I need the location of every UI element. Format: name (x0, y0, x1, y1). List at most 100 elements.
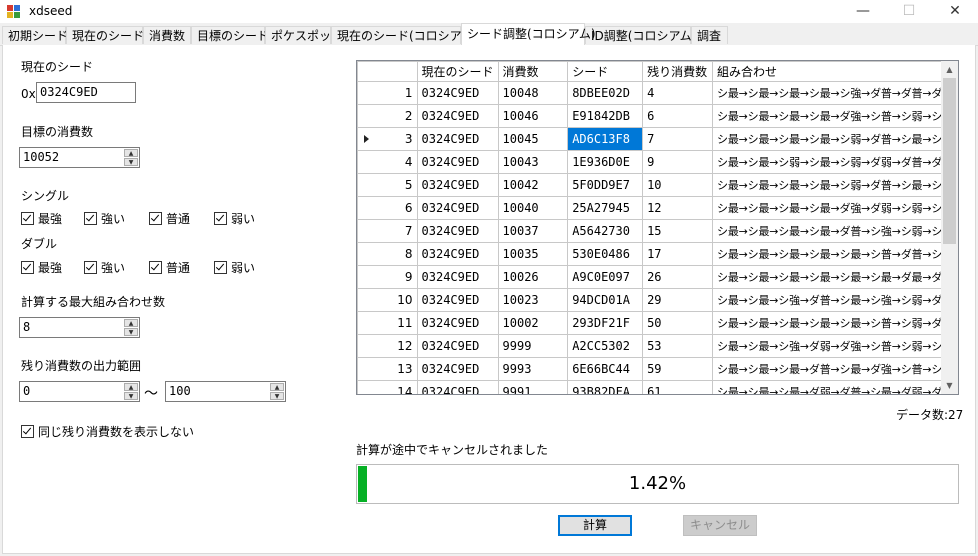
calculate-button[interactable]: 計算 (558, 515, 632, 536)
range-max-stepper[interactable]: 100 ▲ ▼ (165, 381, 286, 402)
combination-cell[interactable]: シ最→シ最→シ弱→シ最→シ弱→ダ弱→ダ普→ダ普 (712, 150, 958, 174)
column-header-seed[interactable]: シード (567, 61, 644, 82)
current-seed-cell[interactable]: 0324C9ED (416, 219, 499, 243)
current-seed-cell[interactable]: 0324C9ED (416, 127, 499, 151)
row-number-cell[interactable]: 3 (357, 127, 418, 151)
current-seed-input[interactable]: 0324C9ED (36, 82, 136, 103)
combination-cell[interactable]: シ最→シ最→シ最→シ最→シ弱→ダ普→シ最→シ普 (712, 173, 958, 197)
table-row[interactable]: 3 0324C9ED 10045 AD6C13F8 7 シ最→シ最→シ最→シ最→シ弱→ダ普… (357, 127, 958, 151)
combination-cell[interactable]: シ最→シ最→シ最→シ最→ダ普→シ強→シ弱→シ弱 (712, 219, 958, 243)
spin-up-icon[interactable]: ▲ (124, 319, 138, 327)
results-grid[interactable]: 現在のシード 消費数 シード 残り消費数 組み合わせ 1 0324C9ED 1004… (356, 60, 959, 395)
target-count-stepper[interactable]: 10052 ▲ ▼ (19, 147, 140, 168)
max-combo-stepper[interactable]: 8 ▲ ▼ (19, 317, 140, 338)
column-header-rownum[interactable] (357, 61, 418, 82)
remaining-cell[interactable]: 26 (642, 265, 714, 289)
spin-down-icon[interactable]: ▼ (270, 392, 284, 400)
count-cell[interactable]: 10046 (497, 104, 569, 128)
remaining-cell[interactable]: 4 (642, 81, 714, 105)
combination-cell[interactable]: シ最→シ最→シ最→シ最→シ強→ダ普→ダ普→ダ弱 (712, 81, 958, 105)
remaining-cell[interactable]: 9 (642, 150, 714, 174)
table-row[interactable]: 1 0324C9ED 10048 8DBEE02D 4 シ最→シ最→シ最→シ最→シ強→ダ普… (357, 81, 958, 105)
combination-cell[interactable]: シ最→シ最→シ最→シ最→シ最→シ普→シ弱→ダ最 (712, 311, 958, 335)
current-seed-cell[interactable]: 0324C9ED (416, 380, 499, 394)
current-seed-cell[interactable]: 0324C9ED (416, 196, 499, 220)
count-cell[interactable]: 9999 (497, 334, 569, 358)
single-weak-checkbox[interactable]: 弱い (214, 210, 255, 227)
row-number-cell[interactable]: 9 (357, 265, 418, 289)
grid-vertical-scrollbar[interactable]: ▲ ▼ (941, 61, 958, 394)
row-number-cell[interactable]: 5 (357, 173, 418, 197)
count-cell[interactable]: 10026 (497, 265, 569, 289)
table-row[interactable]: 6 0324C9ED 10040 25A27945 12 シ最→シ最→シ最→シ最→ダ強→ダ… (357, 196, 958, 220)
current-seed-cell[interactable]: 0324C9ED (416, 81, 499, 105)
seed-cell[interactable]: A2CC5302 (567, 334, 644, 358)
remaining-cell[interactable]: 50 (642, 311, 714, 335)
row-number-cell[interactable]: 11 (357, 311, 418, 335)
row-number-cell[interactable]: 4 (357, 150, 418, 174)
tab-target-seed[interactable]: 目標のシード (191, 26, 269, 44)
scroll-down-icon[interactable]: ▼ (941, 377, 958, 394)
spin-up-icon[interactable]: ▲ (270, 383, 284, 391)
seed-cell[interactable]: 6E66BC44 (567, 357, 644, 381)
remaining-cell[interactable]: 59 (642, 357, 714, 381)
spin-up-icon[interactable]: ▲ (124, 149, 138, 157)
tab-id-adjust-colosseum[interactable]: ID調整(コロシアム) (585, 26, 696, 44)
row-number-cell[interactable]: 1 (357, 81, 418, 105)
combination-cell[interactable]: シ最→シ最→シ最→ダ普→シ最→ダ強→シ普→シ弱 (712, 357, 958, 381)
current-seed-cell[interactable]: 0324C9ED (416, 242, 499, 266)
remaining-cell[interactable]: 53 (642, 334, 714, 358)
cancel-button[interactable]: キャンセル (683, 515, 757, 536)
row-number-cell[interactable]: 2 (357, 104, 418, 128)
double-strongest-checkbox[interactable]: 最強 (21, 259, 62, 276)
count-cell[interactable]: 10040 (497, 196, 569, 220)
single-strongest-checkbox[interactable]: 最強 (21, 210, 62, 227)
seed-cell[interactable]: 94DCD01A (567, 288, 644, 312)
minimize-button[interactable]: — (840, 0, 886, 23)
double-normal-checkbox[interactable]: 普通 (149, 259, 190, 276)
column-header-combination[interactable]: 組み合わせ (712, 61, 958, 82)
double-weak-checkbox[interactable]: 弱い (214, 259, 255, 276)
table-row[interactable]: 12 0324C9ED 9999 A2CC5302 53 シ最→シ最→シ強→ダ弱→ダ強→シ… (357, 334, 958, 358)
row-number-cell[interactable]: 12 (357, 334, 418, 358)
scroll-thumb[interactable] (943, 78, 956, 244)
column-header-count[interactable]: 消費数 (497, 61, 569, 82)
combination-cell[interactable]: シ最→シ最→シ最→シ最→シ弱→ダ普→シ最→シ最 (712, 127, 958, 151)
seed-cell[interactable]: AD6C13F8 (567, 127, 644, 151)
count-cell[interactable]: 9993 (497, 357, 569, 381)
column-header-remaining[interactable]: 残り消費数 (642, 61, 714, 82)
seed-cell[interactable]: A9C0E097 (567, 265, 644, 289)
remaining-cell[interactable]: 15 (642, 219, 714, 243)
remaining-cell[interactable]: 29 (642, 288, 714, 312)
table-row[interactable]: 10 0324C9ED 10023 94DCD01A 29 シ最→シ最→シ強→ダ普→シ最→… (357, 288, 958, 312)
combination-cell[interactable]: シ最→シ最→シ強→ダ普→シ最→シ強→シ弱→ダ最 (712, 288, 958, 312)
table-row[interactable]: 13 0324C9ED 9993 6E66BC44 59 シ最→シ最→シ最→ダ普→シ最→ダ… (357, 357, 958, 381)
current-seed-cell[interactable]: 0324C9ED (416, 311, 499, 335)
count-cell[interactable]: 10045 (497, 127, 569, 151)
seed-cell[interactable]: 25A27945 (567, 196, 644, 220)
table-row[interactable]: 2 0324C9ED 10046 E91842DB 6 シ最→シ最→シ最→シ最→ダ強→シ普… (357, 104, 958, 128)
tab-current-seed[interactable]: 現在のシード (66, 26, 144, 44)
count-cell[interactable]: 10023 (497, 288, 569, 312)
maximize-button[interactable]: ☐ (886, 0, 932, 23)
scroll-up-icon[interactable]: ▲ (941, 61, 958, 78)
hide-same-remaining-checkbox[interactable]: 同じ残り消費数を表示しない (21, 423, 194, 440)
row-number-cell[interactable]: 10 (357, 288, 418, 312)
current-seed-cell[interactable]: 0324C9ED (416, 150, 499, 174)
combination-cell[interactable]: シ最→シ最→シ最→ダ弱→ダ普→シ最→ダ弱→ダ最 (712, 380, 958, 394)
count-cell[interactable]: 10042 (497, 173, 569, 197)
table-row[interactable]: 14 0324C9ED 9991 93B82DFA 61 シ最→シ最→シ最→ダ弱→ダ普→シ… (357, 380, 958, 394)
tab-pokespot[interactable]: ポケスポット (265, 26, 343, 44)
tab-initial-seed[interactable]: 初期シード (2, 26, 68, 44)
table-row[interactable]: 4 0324C9ED 10043 1E936D0E 9 シ最→シ最→シ弱→シ最→シ弱→ダ弱… (357, 150, 958, 174)
row-number-cell[interactable]: 7 (357, 219, 418, 243)
count-cell[interactable]: 10002 (497, 311, 569, 335)
remaining-cell[interactable]: 17 (642, 242, 714, 266)
seed-cell[interactable]: 93B82DFA (567, 380, 644, 394)
spin-down-icon[interactable]: ▼ (124, 158, 138, 166)
seed-cell[interactable]: 5F0DD9E7 (567, 173, 644, 197)
tab-seed-adjust-colosseum[interactable]: シード調整(コロシアム) (461, 23, 596, 45)
seed-cell[interactable]: A5642730 (567, 219, 644, 243)
current-seed-cell[interactable]: 0324C9ED (416, 334, 499, 358)
seed-cell[interactable]: 293DF21F (567, 311, 644, 335)
